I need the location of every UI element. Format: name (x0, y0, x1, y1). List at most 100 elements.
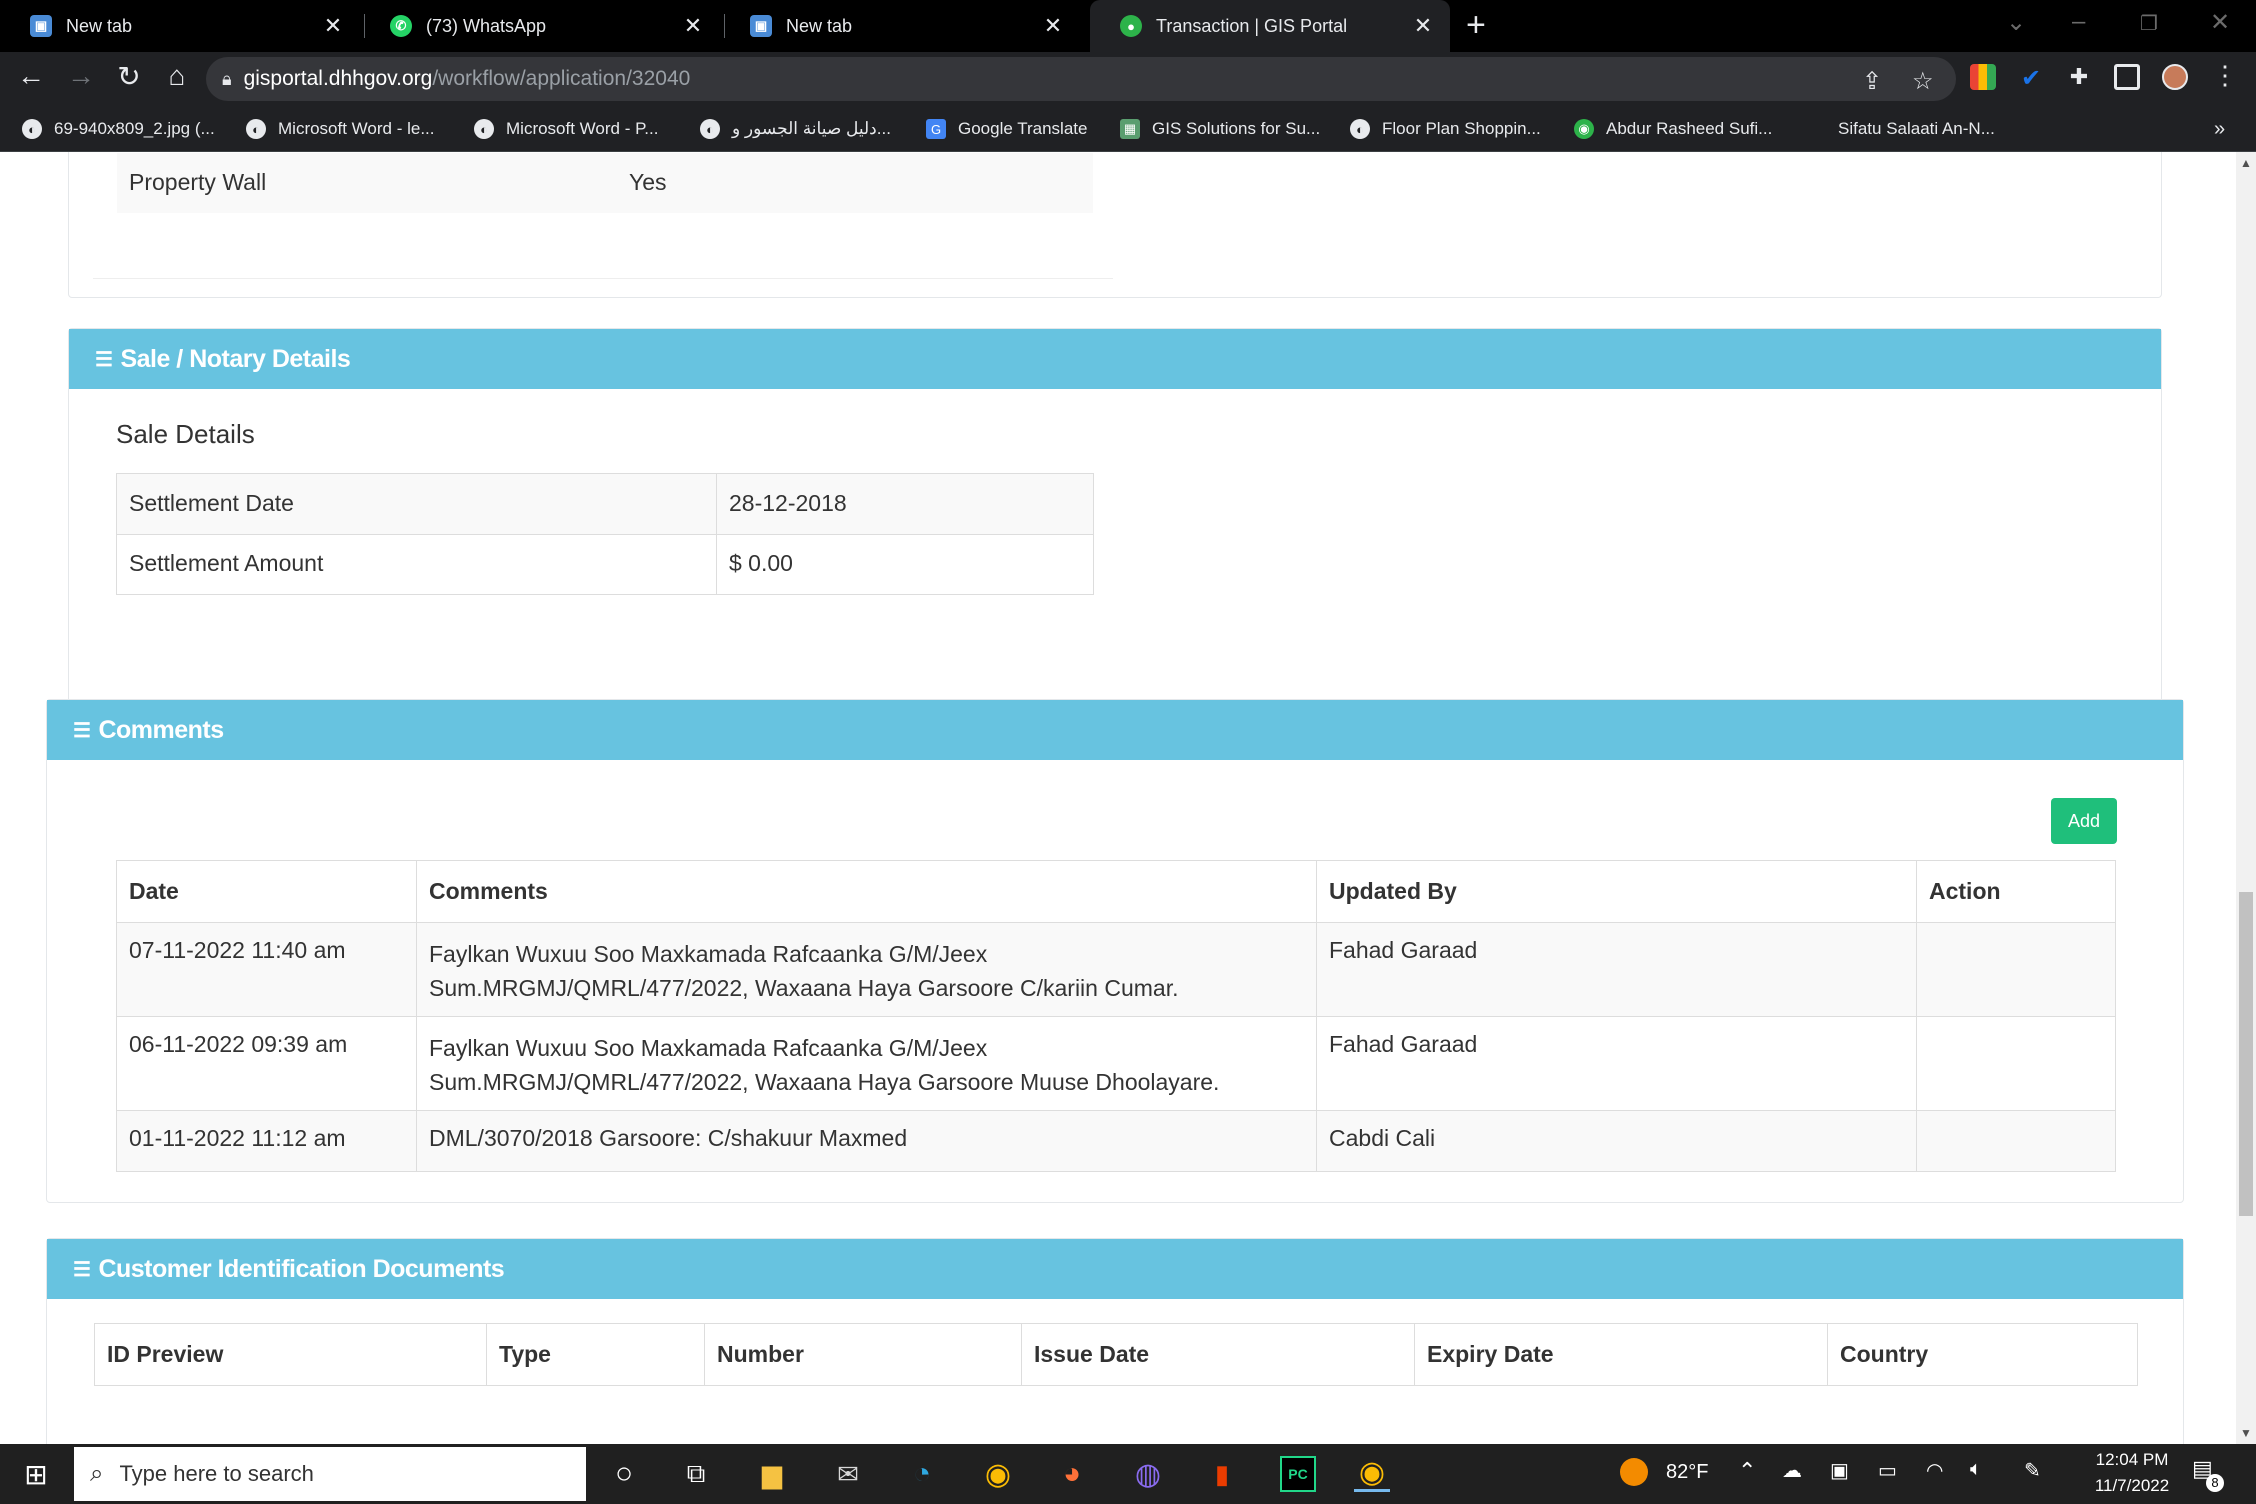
window-close-icon[interactable]: ✕ (2210, 8, 2230, 37)
office-icon[interactable]: ▮ (1204, 1456, 1240, 1492)
comments-table: Date Comments Updated By Action 07-11-20… (116, 860, 2116, 1172)
globe-icon: ◐ (1350, 119, 1370, 139)
browser-tab-transaction[interactable]: ● Transaction | GIS Portal ✕ (1090, 0, 1450, 52)
chrome-profile-icon[interactable]: ◉ (1354, 1456, 1390, 1492)
tab-title: (73) WhatsApp (426, 15, 547, 36)
meet-now-icon[interactable]: ▣ (1830, 1458, 1849, 1483)
globe-icon: ◐ (700, 119, 720, 139)
bookmark-item[interactable]: G Google Translate (926, 106, 1087, 152)
tab-search-icon[interactable]: ⌄ (2006, 8, 2026, 37)
edge-icon[interactable]: ◔ (904, 1456, 940, 1492)
reload-icon[interactable]: ↻ (110, 60, 148, 93)
close-tab-icon[interactable]: ✕ (678, 13, 708, 39)
bookmark-star-icon[interactable]: ☆ (1912, 67, 1934, 96)
pen-icon[interactable]: ✎ (2024, 1458, 2041, 1483)
forward-icon[interactable]: → (62, 60, 100, 92)
bookmark-item[interactable]: Sifatu Salaati An-N... (1838, 106, 1995, 152)
bookmark-item[interactable]: ◐ Microsoft Word - P... (474, 106, 658, 152)
comment-updated-by: Fahad Garaad (1316, 1016, 1917, 1111)
bookmark-item[interactable]: ▦ GIS Solutions for Su... (1120, 106, 1320, 152)
bookmarks-overflow-icon[interactable]: » (2214, 106, 2225, 152)
google-translate-icon: G (926, 119, 946, 139)
scroll-up-arrow-icon[interactable]: ▲ (2240, 156, 2252, 170)
address-bar[interactable]: 🔒︎ gisportal.dhhgov.org/workflow/applica… (206, 57, 1956, 101)
share-icon[interactable]: ⇪ (1862, 67, 1882, 96)
bookmark-item[interactable]: ◐ دليل صيانة الجسور و... (700, 106, 891, 152)
browser-tab-new-tab-2[interactable]: ▣ New tab ✕ (720, 0, 1080, 52)
comment-line: Faylkan Wuxuu Soo Maxkamada Rafcaanka G/… (429, 1035, 988, 1061)
browser-tab-whatsapp[interactable]: ✆ (73) WhatsApp ✕ (360, 0, 720, 52)
color-extension-icon[interactable] (1970, 64, 1996, 90)
bookmark-item[interactable]: ◐ 69-940x809_2.jpg (... (22, 106, 215, 152)
browser-tab-new-tab-1[interactable]: ▣ New tab ✕ (0, 0, 360, 52)
comment-text: Faylkan Wuxuu Soo Maxkamada Rafcaanka G/… (416, 922, 1317, 1017)
column-header-type: Type (486, 1323, 705, 1386)
search-icon: ⌕ (90, 1460, 104, 1487)
file-explorer-icon[interactable]: ▆ (754, 1456, 790, 1492)
page-viewport: Property Wall Yes ☰ Sale / Notary Detail… (0, 152, 2236, 1444)
cortana-icon[interactable]: ○ (606, 1456, 642, 1492)
property-wall-value: Yes (629, 169, 667, 195)
bookmark-label: 69-940x809_2.jpg (... (54, 119, 215, 138)
minimize-icon[interactable]: – (2072, 8, 2085, 36)
task-view-icon[interactable]: ⧉ (678, 1456, 714, 1492)
profile-avatar[interactable] (2162, 64, 2188, 90)
comments-header: ☰ Comments (47, 700, 2183, 760)
firefox-icon[interactable]: ◕ (1054, 1456, 1090, 1492)
bookmark-item[interactable]: ◐ Microsoft Word - le... (246, 106, 435, 152)
column-header-comments: Comments (416, 860, 1317, 923)
comment-text: Faylkan Wuxuu Soo Maxkamada Rafcaanka G/… (416, 1016, 1317, 1111)
close-tab-icon[interactable]: ✕ (1408, 13, 1438, 39)
discord-like-app-icon[interactable]: ◍ (1130, 1456, 1166, 1492)
add-comment-button[interactable]: Add (2051, 798, 2117, 844)
globe-icon: ◐ (22, 119, 42, 139)
taskbar-search-box[interactable]: ⌕ Type here to search (74, 1447, 586, 1501)
globe-icon: ◐ (246, 119, 266, 139)
checkmark-extension-icon[interactable]: ✔ (2018, 64, 2044, 92)
back-icon[interactable]: ← (12, 60, 50, 92)
clock-date: 11/7/2022 (2094, 1476, 2170, 1495)
bookmark-item[interactable]: ◉ Abdur Rasheed Sufi... (1574, 106, 1772, 152)
comment-text: DML/3070/2018 Garsoore: C/shakuur Maxmed (416, 1110, 1317, 1172)
panel-title: Customer Identification Documents (98, 1254, 505, 1283)
page-scrollbar[interactable]: ▲ ▼ (2236, 152, 2256, 1444)
menu-kebab-icon[interactable]: ⋮ (2206, 60, 2244, 91)
comment-action-cell (1916, 922, 2116, 1017)
comment-line: Sum.MRGMJ/QMRL/477/2022, Waxaana Haya Ga… (429, 975, 1179, 1001)
comments-panel: ☰ Comments Add Date Comments Updated By … (46, 699, 2184, 1203)
home-icon[interactable]: ⌂ (158, 60, 196, 92)
lock-icon[interactable]: 🔒︎ (222, 69, 232, 90)
tray-chevron-up-icon[interactable]: ⌃ (1738, 1458, 1756, 1484)
scroll-down-arrow-icon[interactable]: ▼ (2240, 1426, 2252, 1440)
list-icon: ☰ (95, 348, 113, 371)
windows-start-icon[interactable]: ⊞ (18, 1456, 54, 1492)
property-details-panel: Property Wall Yes (68, 152, 2162, 298)
wifi-icon[interactable]: ◠ (1926, 1458, 1943, 1483)
sale-notary-header: ☰ Sale / Notary Details (69, 329, 2161, 389)
scrollbar-thumb[interactable] (2239, 892, 2253, 1216)
pycharm-icon[interactable]: PC (1280, 1456, 1316, 1492)
id-documents-table: ID Preview Type Number Issue Date Expiry… (94, 1323, 2138, 1386)
extensions-puzzle-icon[interactable]: ✚ (2066, 64, 2092, 90)
bookmark-item[interactable]: ◐ Floor Plan Shoppin... (1350, 106, 1541, 152)
new-tab-button[interactable]: + (1466, 6, 1486, 45)
property-details-table: Property Wall Yes (117, 153, 1093, 213)
weather-temperature[interactable]: 82°F (1666, 1461, 1708, 1484)
chrome-icon[interactable]: ◉ (980, 1456, 1016, 1492)
restore-icon[interactable]: ❐ (2140, 11, 2158, 36)
bookmarks-bar: ◐ 69-940x809_2.jpg (... ◐ Microsoft Word -… (0, 106, 2256, 152)
close-tab-icon[interactable]: ✕ (318, 13, 348, 39)
column-header-expiry-date: Expiry Date (1414, 1323, 1828, 1386)
onedrive-icon[interactable]: ☁ (1782, 1458, 1802, 1483)
taskbar-clock[interactable]: 12:04 PM 11/7/2022 (2084, 1450, 2180, 1496)
weather-sun-icon[interactable] (1620, 1458, 1648, 1486)
mail-icon[interactable]: ✉ (830, 1456, 866, 1492)
comment-action-cell (1916, 1110, 2116, 1172)
battery-icon[interactable]: ▭ (1878, 1458, 1897, 1483)
close-tab-icon[interactable]: ✕ (1038, 13, 1068, 39)
side-panel-icon[interactable] (2114, 64, 2140, 90)
list-icon: ☰ (73, 1258, 91, 1281)
comment-date: 06-11-2022 09:39 am (116, 1016, 417, 1111)
list-icon: ☰ (73, 719, 91, 742)
volume-icon[interactable]: 🔈︎ (1970, 1458, 1982, 1481)
